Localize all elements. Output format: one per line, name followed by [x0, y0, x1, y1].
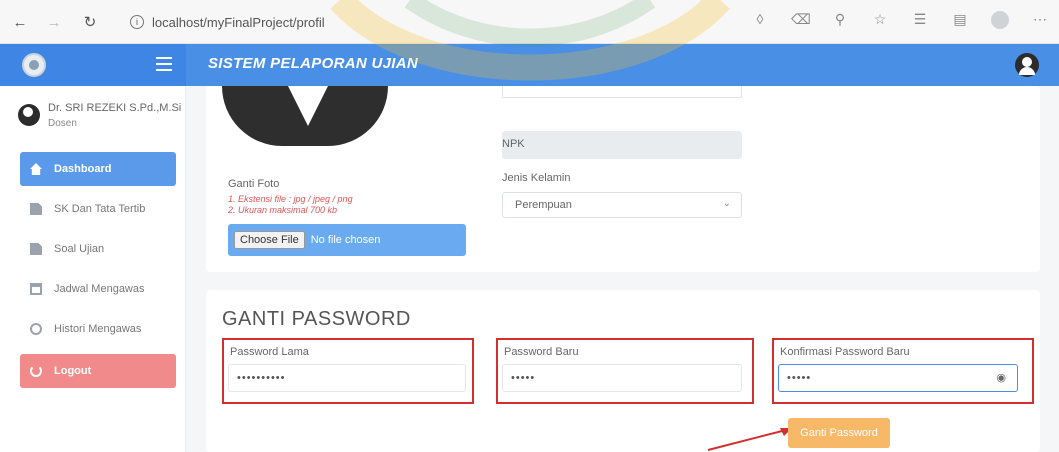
favorites-list-icon[interactable]: ☰ [911, 11, 929, 32]
photo-file-input[interactable]: Choose File No file chosen [228, 224, 466, 256]
profile-card: NPK Jenis Kelamin Perempuan ⌄ Ganti Foto… [206, 86, 1040, 272]
collections-icon[interactable]: ▤ [951, 11, 969, 32]
sidebar-item-logout[interactable]: Logout [20, 354, 176, 388]
favorite-icon[interactable]: ☆ [871, 11, 889, 32]
reload-icon[interactable]: ↻ [80, 12, 100, 32]
sidebar-menu: Dashboard SK Dan Tata Tertib Soal Ujian … [20, 152, 176, 394]
photo-note-line: 1. Ekstensi file : jpg / jpeg / png [228, 194, 353, 204]
sidebar-item-jadwal-mengawas[interactable]: Jadwal Mengawas [20, 272, 176, 306]
confirm-password-input[interactable]: ••••• ◉ [778, 364, 1018, 392]
gender-label: Jenis Kelamin [502, 172, 571, 184]
info-icon[interactable]: i [130, 15, 144, 29]
logo-icon [22, 53, 46, 77]
eye-icon[interactable]: ◉ [996, 371, 1007, 384]
old-password-group: Password Lama •••••••••• [222, 338, 474, 404]
new-password-input[interactable]: ••••• [502, 364, 742, 392]
main-content: NPK Jenis Kelamin Perempuan ⌄ Ganti Foto… [186, 86, 1059, 452]
old-password-input[interactable]: •••••••••• [228, 364, 466, 392]
document-icon [30, 243, 42, 255]
sidebar: Dr. SRI REZEKI S.Pd.,M.Si Dosen Dashboar… [0, 86, 186, 452]
name-field[interactable] [502, 86, 742, 98]
sidebar-item-soal-ujian[interactable]: Soal Ujian [20, 232, 176, 266]
app-header: SISTEM PELAPORAN UJIAN [0, 44, 1059, 86]
new-password-group: Password Baru ••••• [496, 338, 754, 404]
photo-note-line: 2. Ukuran maksimal 700 kb [228, 205, 338, 215]
user-icon [18, 104, 40, 126]
photo-note: 1. Ekstensi file : jpg / jpeg / png 2. U… [228, 194, 353, 216]
browser-tools: ◊ ⌫ ⚲ ☆ ☰ ▤ ⋯ [751, 11, 1049, 32]
translate-icon[interactable]: ⌫ [791, 11, 811, 32]
arrow-right-icon[interactable]: → [44, 12, 64, 32]
history-icon [30, 323, 42, 335]
sidebar-item-label: Dashboard [54, 163, 112, 175]
chevron-down-icon: ⌄ [722, 198, 731, 209]
confirm-password-label: Konfirmasi Password Baru [780, 346, 910, 358]
zoom-icon[interactable]: ⚲ [831, 11, 849, 32]
sidebar-item-histori-mengawas[interactable]: Histori Mengawas [20, 312, 176, 346]
sidebar-item-label: Jadwal Mengawas [54, 283, 145, 295]
document-icon [30, 203, 42, 215]
browser-toolbar: ← → ↻ i localhost/myFinalProject/profil … [0, 0, 1059, 44]
read-aloud-icon[interactable]: ◊ [751, 11, 769, 32]
logo-area [0, 44, 186, 86]
profile-icon[interactable] [991, 11, 1009, 32]
power-icon [30, 365, 42, 377]
user-avatar-icon[interactable] [1015, 53, 1039, 77]
npk-label: NPK [502, 138, 525, 150]
old-password-label: Password Lama [230, 346, 309, 358]
photo-label: Ganti Foto [228, 178, 280, 190]
change-password-button[interactable]: Ganti Password [788, 418, 890, 448]
choose-file-button[interactable]: Choose File [234, 231, 305, 249]
sidebar-item-label: Histori Mengawas [54, 323, 142, 335]
gender-select[interactable]: Perempuan ⌄ [502, 192, 742, 218]
url-text: localhost/myFinalProject/profil [152, 14, 325, 30]
sidebar-item-label: Soal Ujian [54, 243, 105, 255]
arrow-annotation-icon [707, 428, 792, 451]
sidebar-item-label: Logout [54, 365, 92, 377]
calendar-icon [30, 283, 42, 295]
menu-toggle-icon[interactable] [156, 57, 172, 71]
new-password-label: Password Baru [504, 346, 579, 358]
change-password-card: GANTI PASSWORD Password Lama •••••••••• … [206, 290, 1040, 452]
profile-photo [222, 86, 388, 146]
address-bar[interactable]: i localhost/myFinalProject/profil [130, 10, 325, 34]
sidebar-item-label: SK Dan Tata Tertib [54, 203, 146, 215]
npk-field [502, 131, 742, 159]
arrow-left-icon[interactable]: ← [10, 12, 30, 32]
confirm-password-group: Konfirmasi Password Baru ••••• ◉ [772, 338, 1034, 404]
gender-value: Perempuan [515, 199, 572, 211]
user-block: Dr. SRI REZEKI S.Pd.,M.Si Dosen [18, 100, 183, 140]
confirm-password-value: ••••• [787, 372, 812, 384]
sidebar-item-sk-tata-tertib[interactable]: SK Dan Tata Tertib [20, 192, 176, 226]
sidebar-item-dashboard[interactable]: Dashboard [20, 152, 176, 186]
change-password-title: GANTI PASSWORD [222, 308, 411, 330]
more-icon[interactable]: ⋯ [1031, 11, 1049, 32]
user-name: Dr. SRI REZEKI S.Pd.,M.Si [48, 102, 182, 114]
app-title: SISTEM PELAPORAN UJIAN [208, 55, 418, 72]
no-file-text: No file chosen [310, 234, 381, 246]
home-icon [30, 163, 42, 175]
user-role: Dosen [48, 118, 77, 129]
